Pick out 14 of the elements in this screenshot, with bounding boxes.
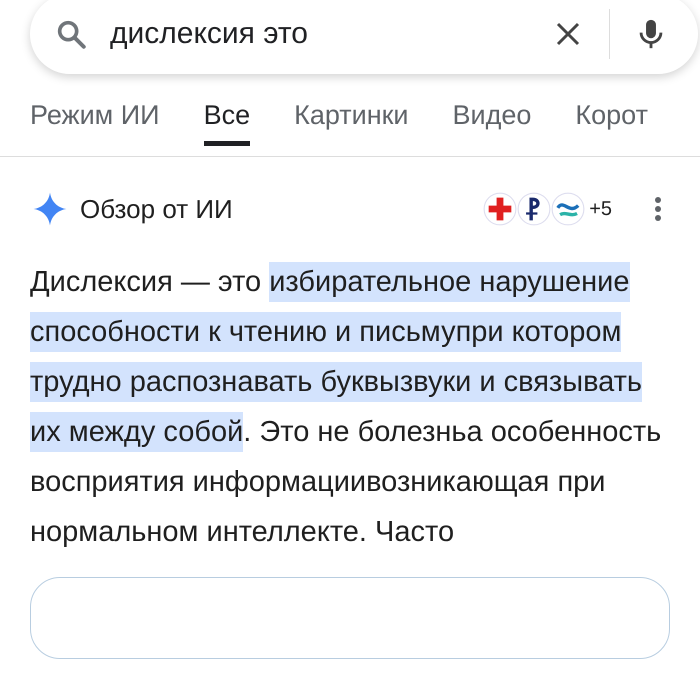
search-query: дислексия это [110,17,309,51]
source-logo-icon[interactable] [517,192,552,226]
tab[interactable]: Все [204,90,250,146]
search-field[interactable]: дислексия это [30,0,698,74]
tab[interactable]: Картинки [294,90,409,135]
source-count[interactable]: +5 [589,198,612,220]
cross-icon[interactable] [483,192,518,226]
wave-icon[interactable] [551,192,586,226]
section-title: Обзор от ИИ [80,194,234,224]
tab[interactable]: Видео [452,90,532,135]
sparkle-icon [32,191,68,227]
tab[interactable]: Корот [575,90,648,135]
tab[interactable]: Режим ИИ [30,90,160,135]
more-options-icon[interactable] [654,196,662,222]
